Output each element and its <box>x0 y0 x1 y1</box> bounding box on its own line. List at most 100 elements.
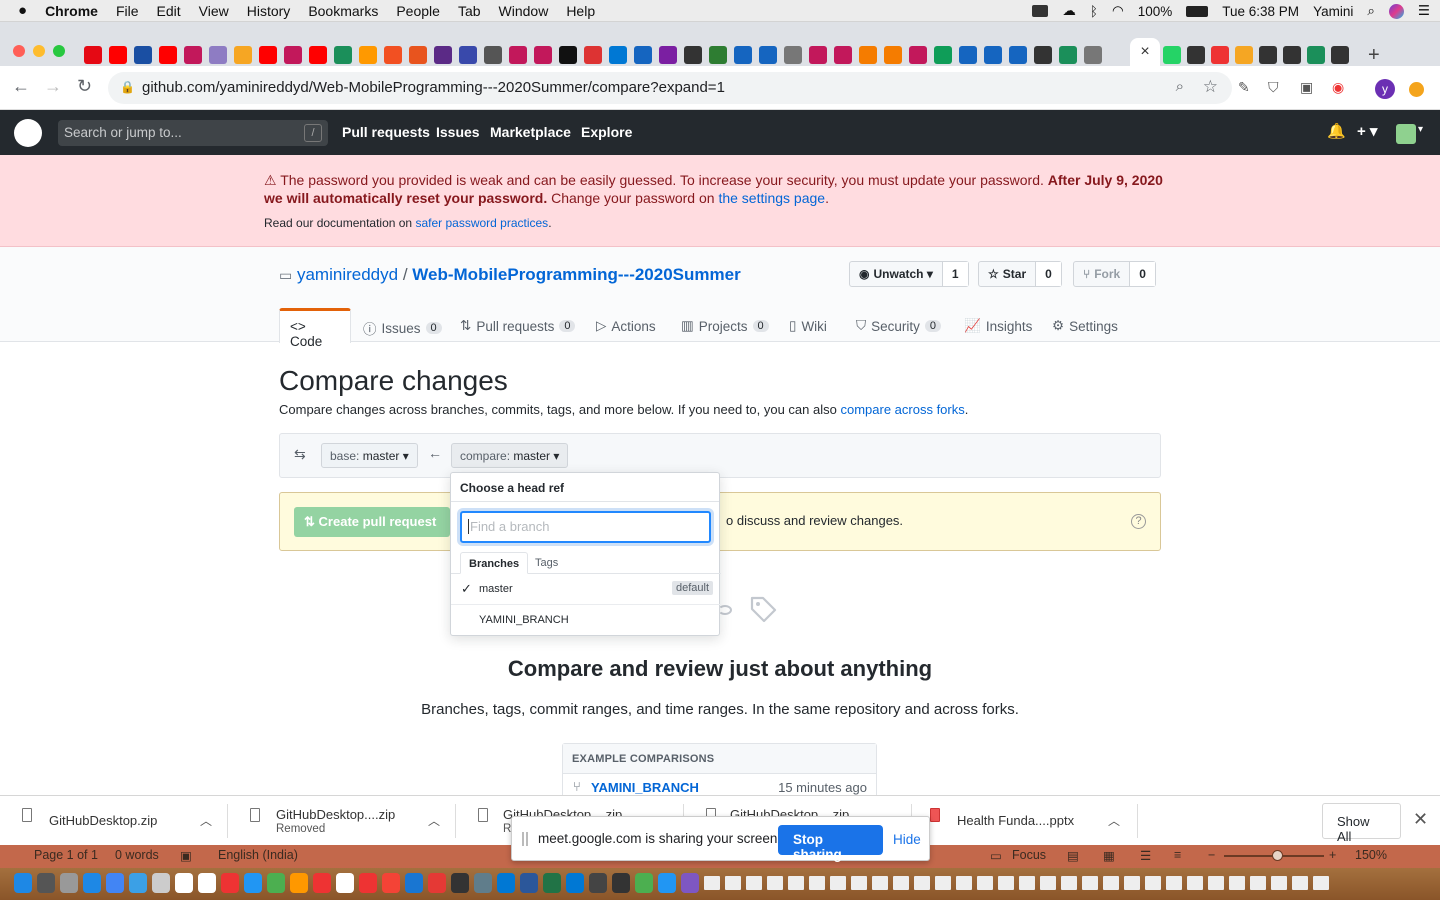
star-button[interactable]: ☆ Star 0 <box>978 261 1062 287</box>
forward-icon[interactable]: → <box>44 76 62 97</box>
dock-app-icon[interactable] <box>313 873 331 893</box>
download-item[interactable]: GitHubDesktop....zip Removed ︿ <box>228 796 456 846</box>
branch-item-master[interactable]: ✓ master default <box>451 574 721 605</box>
dock-minimized-window[interactable] <box>1271 876 1287 890</box>
safer-password-link[interactable]: safer password practices <box>415 216 548 230</box>
screenshot-extension-icon[interactable]: ▣ <box>1300 79 1313 96</box>
update-icon[interactable] <box>1409 82 1424 97</box>
example-branch-link[interactable]: YAMINI_BRANCH <box>591 780 699 795</box>
dock-minimized-window[interactable] <box>1166 876 1182 890</box>
wifi-icon[interactable]: ◠ <box>1112 3 1124 19</box>
tab-issues[interactable]: ⓘ Issues 0 <box>363 318 442 338</box>
tab-tags[interactable]: Tags <box>527 552 566 574</box>
shield-extension-icon[interactable]: ⛉ <box>1268 79 1279 96</box>
pinned-tab-favicon[interactable] <box>584 46 602 64</box>
hide-button[interactable]: Hide <box>893 832 921 847</box>
zoom-status-icon[interactable] <box>1032 5 1049 17</box>
pinned-tab-favicon[interactable] <box>1259 46 1277 64</box>
dock-app-icon[interactable] <box>681 873 699 893</box>
star-count[interactable]: 0 <box>1036 262 1061 286</box>
nav-marketplace[interactable]: Marketplace <box>490 124 571 140</box>
back-icon[interactable]: ← <box>12 76 30 97</box>
zoom-level[interactable]: 150% <box>1355 848 1387 862</box>
extension-icon[interactable]: ✎ <box>1238 79 1250 96</box>
profile-avatar[interactable]: y <box>1375 79 1395 99</box>
pinned-tab-favicon[interactable] <box>84 46 102 64</box>
menu-window[interactable]: Window <box>499 3 549 19</box>
word-count[interactable]: 0 words <box>115 848 159 862</box>
pinned-tab-favicon[interactable] <box>1009 46 1027 64</box>
draft-icon[interactable]: ≡ <box>1174 848 1181 862</box>
dock-minimized-window[interactable] <box>1208 876 1224 890</box>
chevron-up-icon[interactable]: ︿ <box>428 812 440 829</box>
watch-count[interactable]: 1 <box>942 262 968 286</box>
dock-app-icon[interactable] <box>543 873 561 893</box>
dock-app-icon[interactable] <box>520 873 538 893</box>
user-name[interactable]: Yamini <box>1313 4 1353 19</box>
github-logo-icon[interactable] <box>14 119 42 147</box>
dock-app-icon[interactable] <box>244 873 262 893</box>
zoom-icon[interactable]: ⌕ <box>1176 78 1184 95</box>
dock-minimized-window[interactable] <box>935 876 951 890</box>
pinned-tab-favicon[interactable] <box>384 46 402 64</box>
pinned-tab-favicon[interactable] <box>934 46 952 64</box>
menu-file[interactable]: File <box>116 3 139 19</box>
pinned-tab-favicon[interactable] <box>884 46 902 64</box>
pinned-tab-favicon[interactable] <box>1034 46 1052 64</box>
pinned-tab-favicon[interactable] <box>534 46 552 64</box>
dock-app-icon[interactable] <box>267 873 285 893</box>
pinned-tab-favicon[interactable] <box>609 46 627 64</box>
dock-app-icon[interactable] <box>60 873 78 893</box>
zoom-slider-thumb[interactable] <box>1272 850 1283 861</box>
pinned-tab-favicon[interactable] <box>1187 46 1205 64</box>
dock-minimized-window[interactable] <box>977 876 993 890</box>
dock-app-icon[interactable] <box>566 873 584 893</box>
pinned-tab-favicon[interactable] <box>759 46 777 64</box>
dock-minimized-window[interactable] <box>830 876 846 890</box>
help-icon[interactable]: ? <box>1131 514 1146 529</box>
menu-help[interactable]: Help <box>566 3 595 19</box>
tab-wiki[interactable]: ▯ Wiki <box>789 318 827 334</box>
pinned-tab-favicon[interactable] <box>409 46 427 64</box>
nav-explore[interactable]: Explore <box>581 124 632 140</box>
repo-owner-link[interactable]: yaminireddyd <box>297 265 398 284</box>
dock-minimized-window[interactable] <box>956 876 972 890</box>
dock-app-icon[interactable] <box>83 873 101 893</box>
user-avatar[interactable] <box>1396 124 1416 144</box>
dock-minimized-window[interactable] <box>872 876 888 890</box>
dock-app-icon[interactable] <box>198 873 216 893</box>
repo-name-link[interactable]: Web-MobileProgramming---2020Summer <box>412 265 740 284</box>
pinned-tab-favicon[interactable] <box>1331 46 1349 64</box>
pinned-tab-favicon[interactable] <box>784 46 802 64</box>
window-close-icon[interactable] <box>13 45 25 57</box>
drag-handle-icon[interactable] <box>522 832 528 846</box>
dock-minimized-window[interactable] <box>725 876 741 890</box>
pinned-tab-favicon[interactable] <box>709 46 727 64</box>
dock-app-icon[interactable] <box>382 873 400 893</box>
pinned-tab-favicon[interactable] <box>1283 46 1301 64</box>
notification-center-icon[interactable]: ☰ <box>1418 3 1430 19</box>
dock-minimized-window[interactable] <box>1292 876 1308 890</box>
pinned-tab-favicon[interactable] <box>484 46 502 64</box>
fork-button[interactable]: ⑂ Fork 0 <box>1073 261 1156 287</box>
focus-label[interactable]: Focus <box>1012 848 1046 862</box>
pinned-tab-favicon[interactable] <box>1163 46 1181 64</box>
watch-button[interactable]: ◉ Unwatch ▾ 1 <box>849 261 969 287</box>
dock-app-icon[interactable] <box>37 873 55 893</box>
dock-minimized-window[interactable] <box>1187 876 1203 890</box>
siri-icon[interactable] <box>1388 3 1404 19</box>
create-new-menu[interactable]: + ▾ <box>1357 122 1377 140</box>
active-tab[interactable]: × <box>1130 38 1160 66</box>
dock-minimized-window[interactable] <box>1313 876 1329 890</box>
dock-app-icon[interactable] <box>175 873 193 893</box>
omnibox[interactable]: 🔒 github.com/yaminireddyd/Web-MobileProg… <box>108 72 1232 104</box>
pinned-tab-favicon[interactable] <box>359 46 377 64</box>
tab-code[interactable]: <> Code <box>279 308 351 349</box>
dock-app-icon[interactable] <box>451 873 469 893</box>
branch-filter-input[interactable]: Find a branch <box>460 511 711 543</box>
pinned-tab-favicon[interactable] <box>334 46 352 64</box>
github-search-input[interactable]: Search or jump to... / <box>58 120 328 146</box>
pinned-tab-favicon[interactable] <box>859 46 877 64</box>
zoom-in-icon[interactable]: + <box>1329 848 1336 862</box>
dock-minimized-window[interactable] <box>1103 876 1119 890</box>
